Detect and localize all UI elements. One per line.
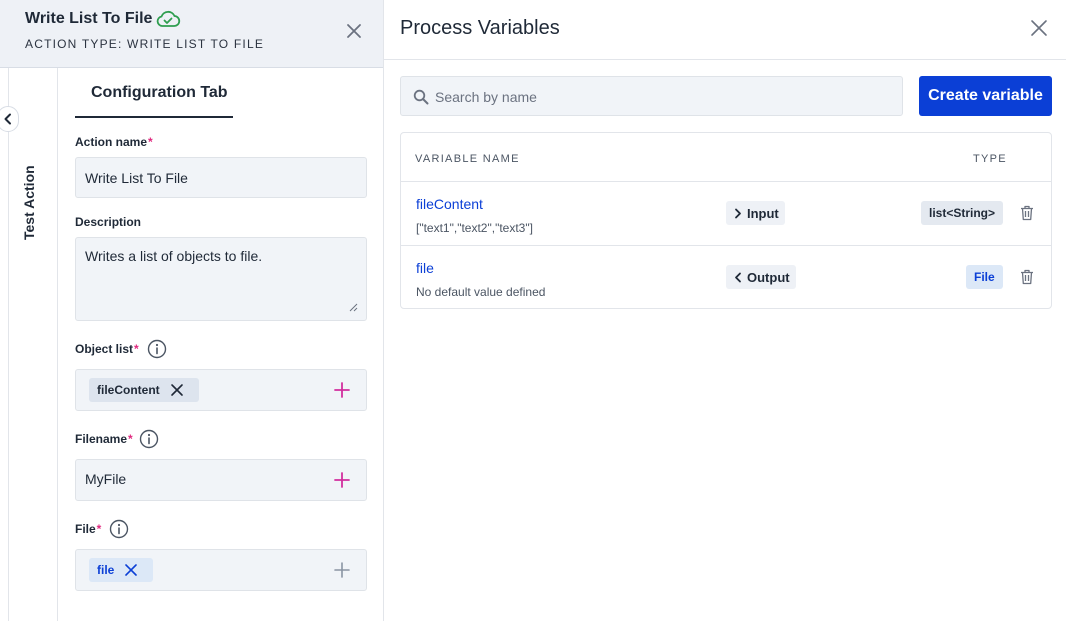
file-input[interactable]: file [75, 549, 367, 591]
create-variable-button[interactable]: Create variable [919, 76, 1052, 116]
action-name-input[interactable]: Write List To File [75, 157, 367, 198]
action-panel: Write List To File ACTION TYPE: WRITE LI… [0, 0, 384, 621]
plus-icon[interactable] [334, 562, 350, 578]
trash-icon[interactable] [1020, 205, 1034, 221]
file-chip: file [89, 558, 153, 582]
variable-default-value: ["text1","text2","text3"] [416, 221, 533, 235]
variables-table: VARIABLE NAME TYPE fileContent ["text1",… [400, 132, 1052, 309]
remove-chip-icon[interactable] [170, 383, 184, 397]
divider [401, 181, 1051, 182]
plus-icon[interactable] [334, 472, 350, 488]
type-badge: list<String> [921, 201, 1004, 225]
collapse-button[interactable] [0, 106, 19, 132]
variable-name-link[interactable]: file [416, 260, 434, 276]
object-list-label: Object list* [75, 342, 139, 356]
direction-badge: Output [726, 265, 796, 289]
object-list-chip: fileContent [89, 378, 199, 402]
object-list-input[interactable]: fileContent [75, 369, 367, 411]
chevron-left-icon [735, 272, 741, 282]
search-box[interactable] [400, 76, 903, 116]
filename-label: Filename* [75, 432, 133, 446]
description-textarea[interactable]: Writes a list of objects to file. [75, 237, 367, 321]
resize-handle-icon[interactable] [349, 303, 358, 312]
plus-icon[interactable] [334, 382, 350, 398]
remove-chip-icon[interactable] [124, 563, 138, 577]
divider [401, 245, 1051, 246]
action-name-label: Action name* [75, 135, 153, 149]
info-icon[interactable] [139, 429, 159, 449]
column-header-type: TYPE [973, 153, 1007, 165]
test-action-strip[interactable]: Test Action [8, 68, 58, 621]
close-icon[interactable] [344, 21, 364, 41]
info-icon[interactable] [147, 339, 167, 359]
description-label: Description [75, 215, 142, 229]
info-icon[interactable] [109, 519, 129, 539]
action-type-label: ACTION TYPE: WRITE LIST TO FILE [25, 37, 265, 51]
direction-badge: Input [726, 201, 785, 225]
file-label: File* [75, 522, 102, 536]
column-header-name: VARIABLE NAME [415, 153, 520, 165]
chevron-left-icon [4, 113, 11, 125]
process-variables-title: Process Variables [400, 17, 560, 39]
type-badge: File [966, 265, 1003, 289]
chevron-right-icon [735, 208, 741, 218]
action-title: Write List To File [25, 10, 153, 27]
close-icon[interactable] [1029, 18, 1049, 38]
action-header: Write List To File ACTION TYPE: WRITE LI… [0, 0, 383, 68]
variable-name-link[interactable]: fileContent [416, 196, 483, 212]
variable-default-value: No default value defined [416, 285, 546, 299]
tab-configuration[interactable]: Configuration Tab [75, 82, 233, 118]
search-icon [413, 89, 429, 105]
cloud-check-icon [156, 10, 181, 27]
test-action-tab[interactable]: Test Action [21, 165, 37, 240]
search-input[interactable] [435, 86, 885, 108]
trash-icon[interactable] [1020, 269, 1034, 285]
filename-input[interactable]: MyFile [75, 459, 367, 501]
divider [384, 59, 1066, 60]
